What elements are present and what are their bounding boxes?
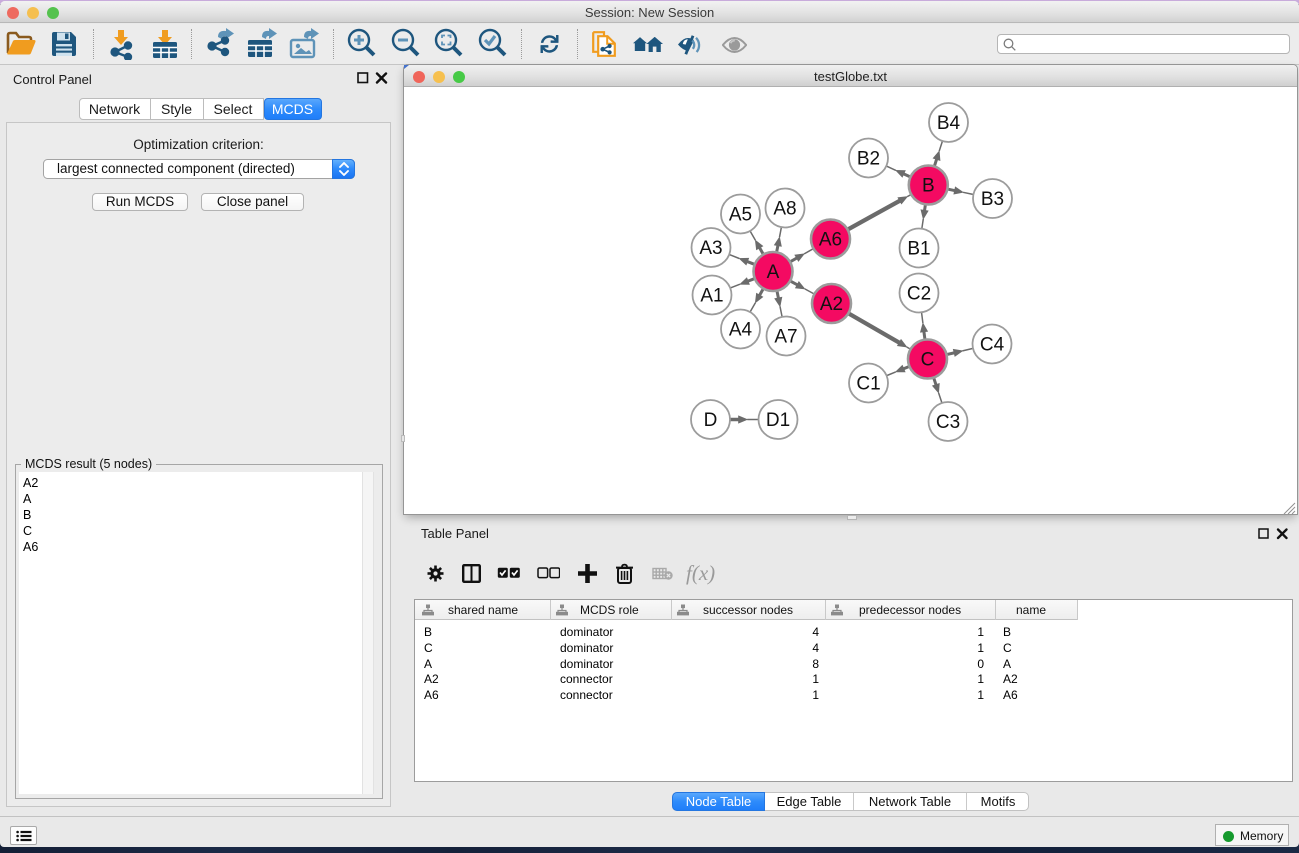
svg-text:A4: A4 [729,320,753,341]
svg-text:C: C [921,350,935,371]
svg-text:B1: B1 [907,239,930,260]
svg-text:B2: B2 [857,149,880,170]
svg-text:A1: A1 [700,286,723,307]
svg-text:A8: A8 [773,199,796,220]
svg-text:C1: C1 [856,374,880,395]
svg-text:C2: C2 [907,284,931,305]
svg-text:B4: B4 [937,113,961,134]
svg-text:B: B [922,176,935,197]
svg-text:C3: C3 [936,412,960,433]
svg-text:D: D [704,410,718,431]
svg-text:A2: A2 [820,294,843,315]
svg-text:A5: A5 [729,205,752,226]
svg-text:B3: B3 [981,189,1004,210]
svg-text:D1: D1 [766,410,790,431]
svg-text:A6: A6 [819,230,842,251]
svg-text:C4: C4 [980,335,1005,356]
svg-text:A: A [767,262,780,283]
svg-text:A7: A7 [774,327,797,348]
svg-text:A3: A3 [699,238,722,259]
